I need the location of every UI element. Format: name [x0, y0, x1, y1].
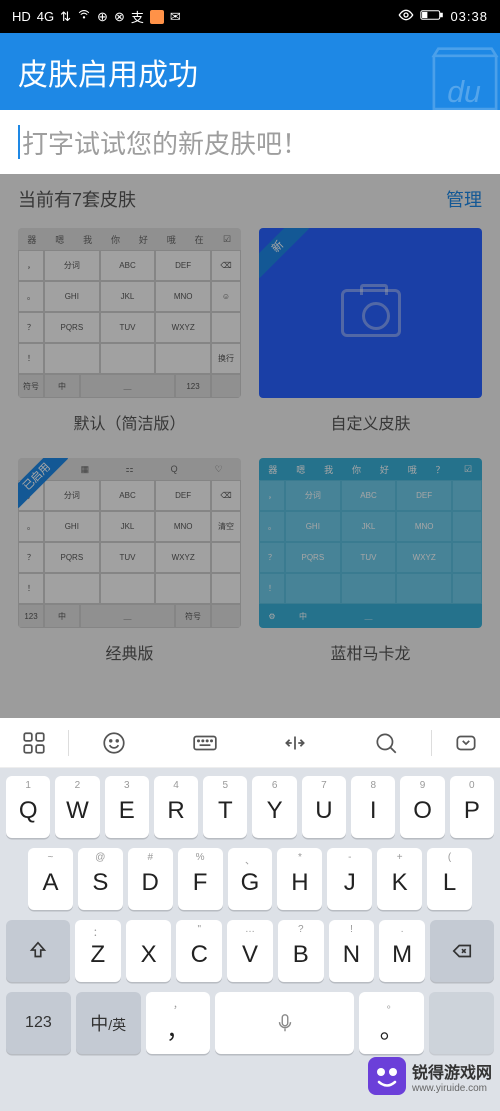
svg-text:du: du: [447, 76, 481, 109]
skin-label: 蓝柑马卡龙: [259, 628, 482, 670]
key-E[interactable]: 3E: [105, 776, 149, 838]
key-O[interactable]: 9O: [400, 776, 444, 838]
skin-label: 默认（简洁版）: [18, 398, 241, 440]
app-header: 皮肤启用成功 du: [0, 33, 500, 110]
comma-key[interactable]: ，，: [146, 992, 211, 1054]
key-I[interactable]: 8I: [351, 776, 395, 838]
language-key[interactable]: 中/英: [76, 992, 141, 1054]
wifi-icon: [77, 8, 91, 25]
text-input-area[interactable]: 打字试试您的新皮肤吧！: [0, 110, 500, 174]
skin-card-macaron[interactable]: 器嗯我你好哦？☑ ，分词ABCDEF 。GHIJKLMNO ？PQRSTUVWX…: [259, 458, 482, 670]
watermark: 锐得游戏网 www.yiruide.com: [364, 1053, 496, 1099]
keyboard-row-4: 123 中/英 ，， 。。: [4, 992, 496, 1054]
data-icon: ⇅: [60, 9, 71, 25]
key-B[interactable]: ?B: [278, 920, 324, 982]
header-title: 皮肤启用成功: [18, 50, 198, 94]
watermark-logo-icon: [368, 1057, 406, 1095]
key-U[interactable]: 7U: [302, 776, 346, 838]
manage-button[interactable]: 管理: [446, 186, 482, 212]
shift-key[interactable]: [6, 920, 70, 982]
key-C[interactable]: "C: [176, 920, 222, 982]
status-time: 03:38: [450, 9, 488, 24]
status-bar: HD 4G ⇅ ⊕ ⊗ 支 ✉ 03:38: [0, 0, 500, 33]
key-H[interactable]: *H: [277, 848, 322, 910]
battery-icon: [420, 8, 444, 25]
skin-card-classic[interactable]: 已启用 ☷▦⚏Q♡ ，分词ABCDEF⌫ 。GHIJKLMNO清空 ？PQRST…: [18, 458, 241, 670]
backspace-key[interactable]: [430, 920, 494, 982]
skin-card-default[interactable]: 器嗯我你好哦在☑ ，分词ABCDEF⌫ 。GHIJKLMNO☺ ？PQRSTUV…: [18, 228, 241, 440]
key-V[interactable]: …V: [227, 920, 273, 982]
status-left-icons: HD 4G ⇅ ⊕ ⊗ 支 ✉: [12, 7, 181, 26]
key-L[interactable]: (L: [427, 848, 472, 910]
key-Q[interactable]: 1Q: [6, 776, 50, 838]
key-P[interactable]: 0P: [450, 776, 494, 838]
key-F[interactable]: %F: [178, 848, 223, 910]
input-placeholder: 打字试试您的新皮肤吧！: [22, 124, 308, 161]
mail-icon: ✉: [170, 9, 181, 25]
chevron-down-icon[interactable]: [432, 718, 500, 767]
watermark-url: www.yiruide.com: [412, 1083, 492, 1094]
alipay-icon: 支: [131, 7, 144, 26]
key-A[interactable]: ~A: [28, 848, 73, 910]
keyboard-row-2: ~A@S#D%F、G*H-J+K(L: [4, 848, 496, 910]
space-key[interactable]: [215, 992, 354, 1054]
key-S[interactable]: @S: [78, 848, 123, 910]
key-T[interactable]: 5T: [203, 776, 247, 838]
keyboard-row-3: ：ZX"C…V?B!N.M: [4, 920, 496, 982]
app-icon: [150, 10, 164, 24]
key-G[interactable]: 、G: [228, 848, 273, 910]
key-Z[interactable]: ：Z: [75, 920, 121, 982]
key-Y[interactable]: 6Y: [252, 776, 296, 838]
key-J[interactable]: -J: [327, 848, 372, 910]
icon-2: ⊗: [114, 9, 125, 25]
status-right: 03:38: [398, 7, 488, 26]
eye-icon: [398, 7, 414, 26]
keyboard-toolbar: [0, 718, 500, 768]
network-4g-icon: 4G: [37, 9, 54, 24]
camera-icon: [341, 289, 401, 337]
keyboard-icon[interactable]: [160, 718, 251, 767]
key-X[interactable]: X: [126, 920, 172, 982]
key-D[interactable]: #D: [128, 848, 173, 910]
numeric-key[interactable]: 123: [6, 992, 71, 1054]
hd-icon: HD: [12, 9, 31, 24]
period-key[interactable]: 。。: [359, 992, 424, 1054]
key-R[interactable]: 4R: [154, 776, 198, 838]
skin-label: 自定义皮肤: [259, 398, 482, 440]
icon-1: ⊕: [97, 9, 108, 25]
grid-icon[interactable]: [0, 718, 68, 767]
key-M[interactable]: .M: [379, 920, 425, 982]
skin-card-custom[interactable]: 新 自定义皮肤: [259, 228, 482, 440]
skin-count-label: 当前有7套皮肤: [18, 186, 136, 212]
keyboard-row-1: 1Q2W3E4R5T6Y7U8I9O0P: [4, 776, 496, 838]
watermark-name: 锐得游戏网: [412, 1059, 492, 1083]
du-logo-icon: du: [420, 38, 500, 110]
key-N[interactable]: !N: [329, 920, 375, 982]
enter-key[interactable]: [429, 992, 494, 1054]
key-K[interactable]: +K: [377, 848, 422, 910]
emoji-icon[interactable]: [69, 718, 160, 767]
skin-label: 经典版: [18, 628, 241, 670]
text-cursor: [18, 125, 20, 159]
cursor-move-icon[interactable]: [250, 718, 341, 767]
search-icon[interactable]: [341, 718, 432, 767]
key-W[interactable]: 2W: [55, 776, 99, 838]
skin-list-section: 当前有7套皮肤 管理 器嗯我你好哦在☑ ，分词ABCDEF⌫ 。GHIJKLMN…: [0, 174, 500, 718]
